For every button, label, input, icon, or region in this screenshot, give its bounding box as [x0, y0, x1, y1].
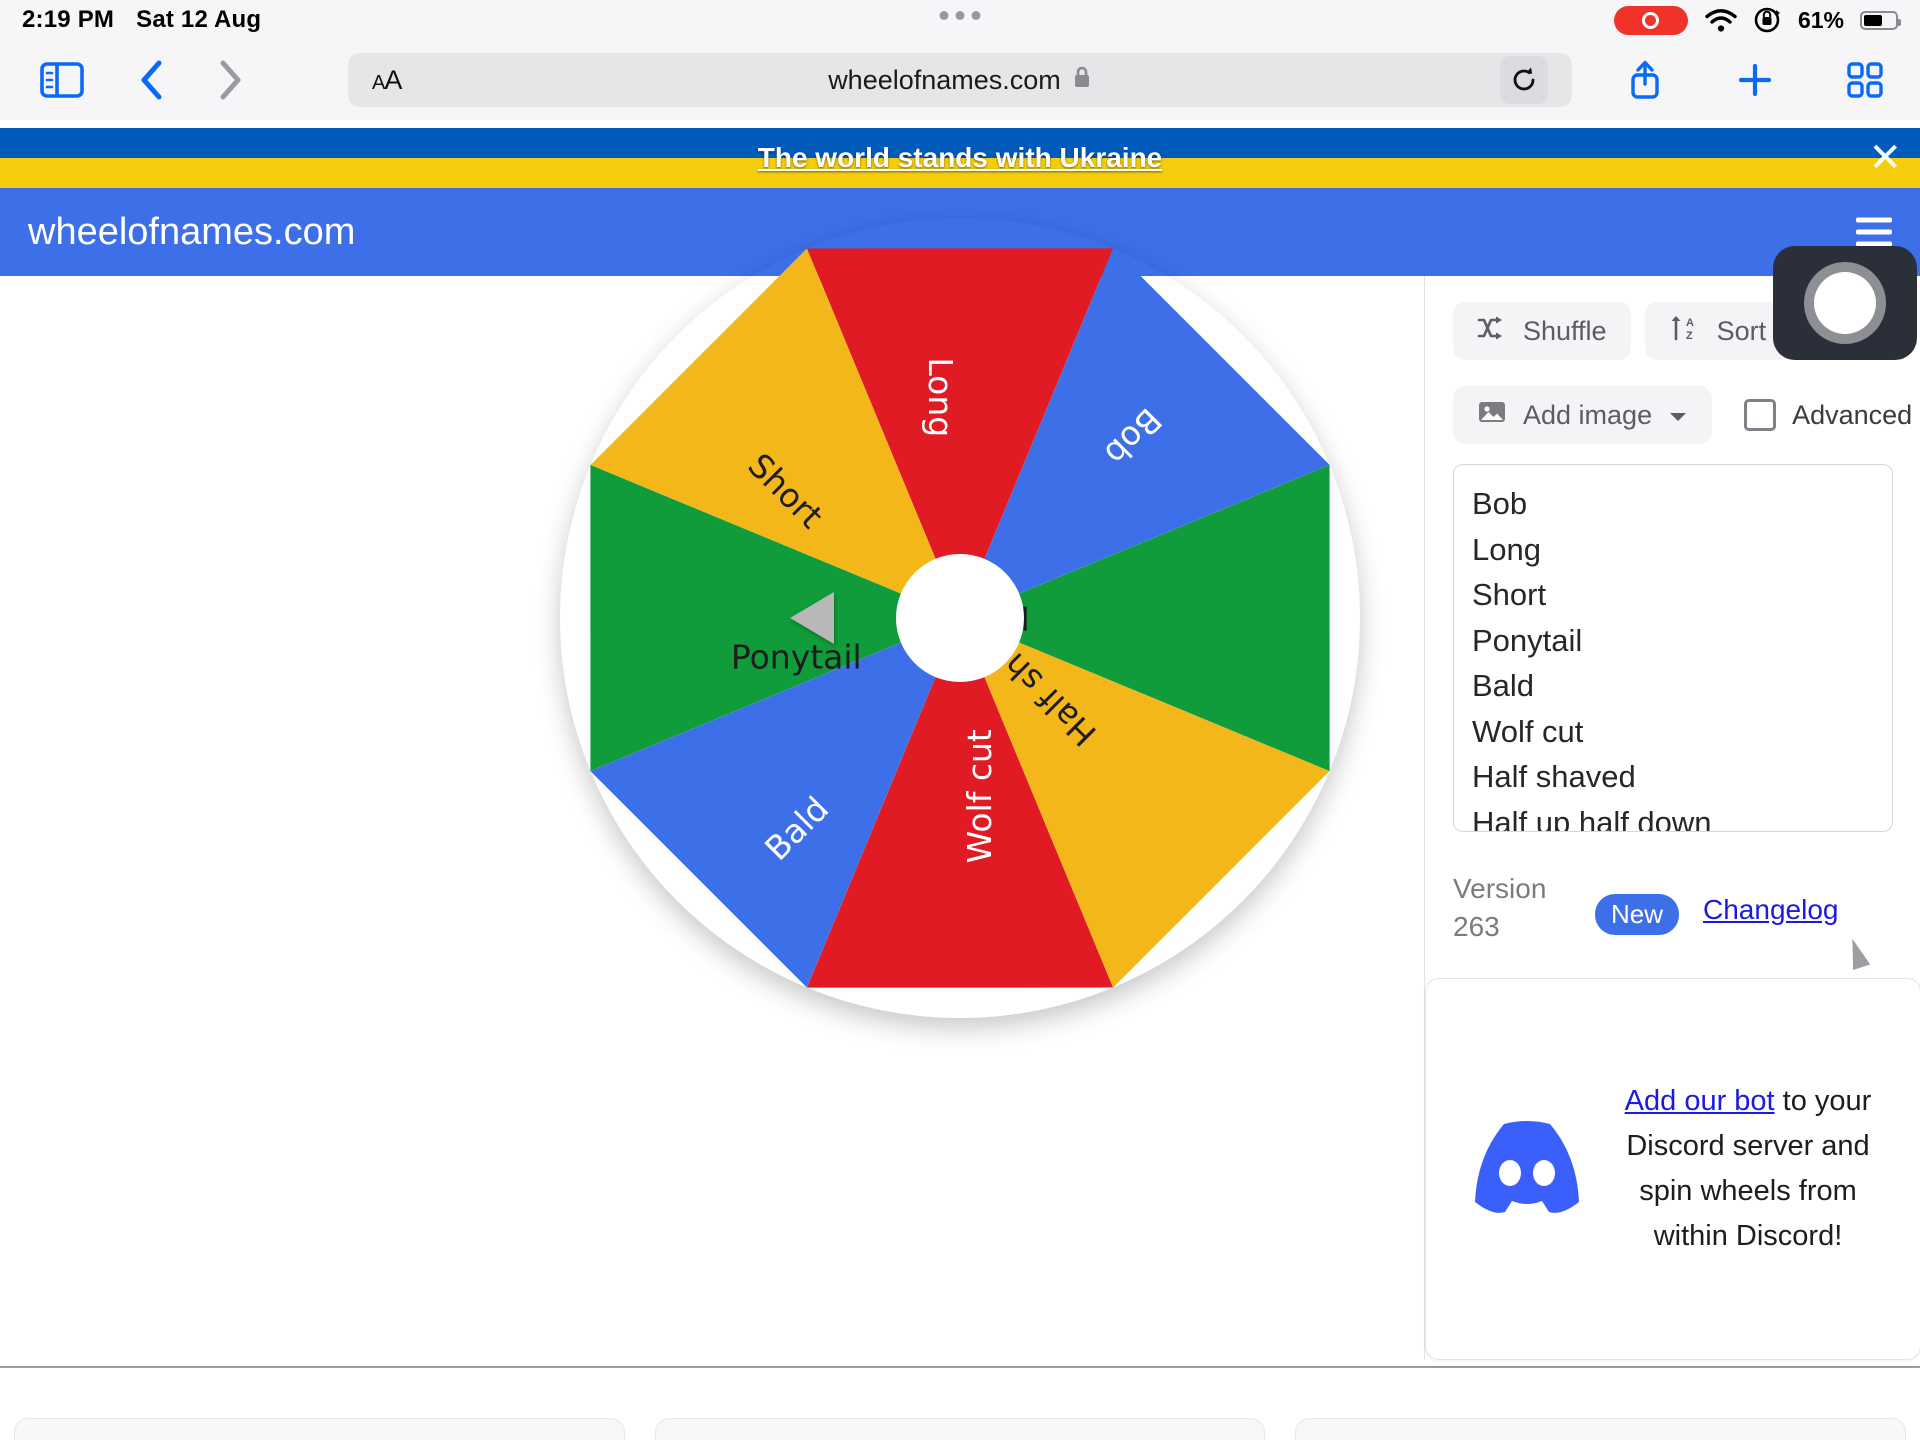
screen-recording-indicator[interactable] — [1613, 5, 1688, 35]
entry-item[interactable]: Bald — [1472, 663, 1892, 709]
add-image-label: Add image — [1523, 399, 1653, 430]
wheel-segment-label: Wolf cut — [960, 729, 999, 864]
sort-button[interactable]: A Z Sort — [1644, 302, 1791, 360]
panel-toolbar-row-2: Add image Advanced — [1425, 386, 1912, 444]
entry-item[interactable]: Short — [1472, 572, 1892, 618]
advanced-label: Advanced — [1792, 399, 1913, 430]
tab-overview-icon[interactable] — [1845, 60, 1885, 100]
entry-item[interactable]: Half shaved — [1472, 754, 1892, 800]
ukraine-support-banner[interactable]: The world stands with Ukraine ✕ — [0, 128, 1920, 188]
page-content: LongBobHalf up half downHalf shavedWolf … — [0, 276, 1920, 1440]
discord-promo-card: Add our bot to your Discord server and s… — [1425, 978, 1920, 1360]
image-icon — [1477, 399, 1507, 432]
panel-toolbar-row-1: Shuffle A Z Sort — [1425, 302, 1791, 360]
bottom-card[interactable] — [1295, 1418, 1907, 1440]
safari-toolbar: AA wheelofnames.com — [0, 40, 1920, 120]
back-chevron-icon[interactable] — [138, 58, 166, 102]
rotation-lock-icon — [1754, 6, 1782, 34]
screen-recording-button[interactable] — [1773, 246, 1917, 360]
sort-az-icon: A Z — [1669, 314, 1701, 349]
url-text: wheelofnames.com — [828, 64, 1061, 95]
shuffle-icon — [1477, 315, 1507, 348]
entry-item[interactable]: Long — [1472, 527, 1892, 573]
reload-button[interactable] — [1500, 56, 1548, 104]
sidebar-icon[interactable] — [40, 62, 84, 98]
url-text-wrap: wheelofnames.com — [348, 65, 1572, 96]
bottom-card[interactable] — [14, 1418, 625, 1440]
add-our-bot-link[interactable]: Add our bot — [1625, 1085, 1775, 1117]
hamburger-menu-icon[interactable] — [1856, 217, 1892, 247]
discord-promo-text: Add our bot to your Discord server and s… — [1602, 1079, 1894, 1259]
advanced-checkbox-wrap[interactable]: Advanced — [1744, 399, 1912, 431]
multitask-handle[interactable] — [939, 11, 981, 20]
entry-item[interactable]: Wolf cut — [1472, 709, 1892, 755]
entry-item[interactable]: Ponytail — [1472, 618, 1892, 664]
ukraine-banner-text[interactable]: The world stands with Ukraine — [0, 142, 1920, 174]
shuffle-label: Shuffle — [1523, 315, 1607, 346]
entries-textarea[interactable]: Bob Long Short Ponytail Bald Wolf cut Half sha… — [1453, 464, 1893, 832]
chevron-down-icon[interactable] — [1668, 400, 1688, 431]
ipad-safari-screen: 2:19 PM Sat 12 Aug 61% A A wheelofnames.… — [0, 0, 1920, 1440]
svg-text:A: A — [1686, 317, 1694, 329]
wifi-icon — [1704, 7, 1738, 33]
sort-label: Sort — [1716, 315, 1767, 346]
version-row: Version 263 New Changelog — [1453, 870, 1893, 946]
advanced-checkbox[interactable] — [1744, 399, 1777, 431]
entries-panel: Shuffle A Z Sort Add image Advanced Bob … — [1424, 276, 1920, 1360]
status-time: 2:19 PM — [22, 6, 115, 33]
bottom-card[interactable] — [654, 1418, 1266, 1440]
ios-status-bar: 2:19 PM Sat 12 Aug 61% — [0, 0, 1920, 40]
discord-logo-icon — [1452, 1116, 1602, 1222]
battery-percent: 61% — [1797, 6, 1844, 33]
wheel-widget[interactable]: LongBobHalf up half downHalf shavedWolf … — [560, 218, 1360, 1018]
entry-item[interactable]: Half up half down — [1472, 800, 1892, 832]
share-icon[interactable] — [1625, 57, 1665, 103]
changelog-link[interactable]: Changelog — [1703, 894, 1838, 926]
close-icon[interactable]: ✕ — [1868, 138, 1902, 178]
shuffle-button[interactable]: Shuffle — [1453, 302, 1631, 360]
version-text: Version 263 — [1453, 873, 1547, 942]
new-tab-icon[interactable] — [1735, 60, 1775, 100]
wheel-area: LongBobHalf up half downHalf shavedWolf … — [0, 218, 1424, 1318]
section-divider — [0, 1366, 1920, 1368]
address-bar[interactable]: AA wheelofnames.com — [348, 53, 1572, 107]
lock-icon — [1072, 65, 1092, 96]
status-date: Sat 12 Aug — [136, 6, 262, 33]
wheel-hub[interactable] — [896, 554, 1024, 682]
new-badge: New — [1595, 894, 1680, 935]
wheel-pointer-icon — [790, 592, 834, 644]
svg-text:Z: Z — [1686, 330, 1693, 342]
entry-item[interactable]: Bob — [1472, 481, 1892, 527]
forward-chevron-icon[interactable] — [216, 58, 244, 102]
battery-icon — [1860, 10, 1901, 30]
bottom-cards-row — [0, 1418, 1920, 1440]
add-image-button[interactable]: Add image — [1453, 386, 1713, 444]
wheel-segment-label: Long — [921, 357, 960, 438]
